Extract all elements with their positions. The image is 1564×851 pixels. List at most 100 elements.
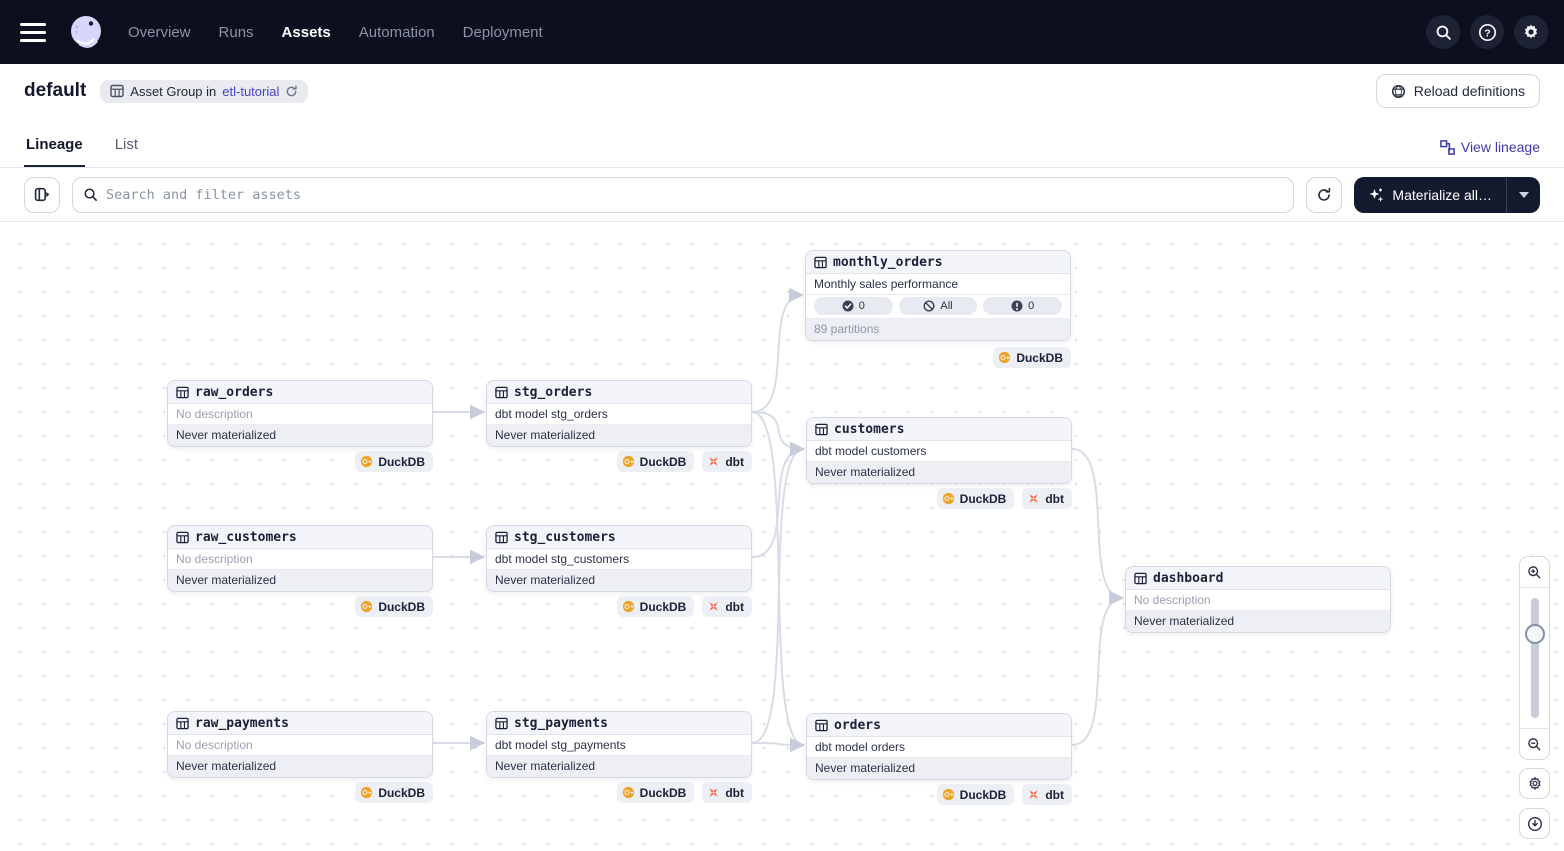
partition-badge-slash[interactable]: All — [899, 297, 978, 315]
asset-node-header: stg_customers — [487, 526, 751, 549]
nav-item-deployment[interactable]: Deployment — [463, 24, 543, 41]
settings-gear-icon[interactable] — [1514, 15, 1548, 49]
tag-duckdb[interactable]: DuckDB — [355, 596, 433, 617]
search-icon[interactable] — [1426, 15, 1460, 49]
asset-tags-raw_orders: DuckDB — [355, 451, 433, 472]
asset-status: Never materialized — [487, 425, 751, 446]
edge-stg_payments-to-orders — [752, 743, 804, 745]
tag-label: DuckDB — [960, 788, 1007, 802]
tag-label: DuckDB — [378, 600, 425, 614]
asset-tags-orders: DuckDB dbt — [937, 784, 1072, 805]
toggle-sidebar-button[interactable] — [24, 177, 60, 213]
tag-duckdb[interactable]: DuckDB — [617, 596, 695, 617]
asset-status: 89 partitions — [806, 319, 1070, 340]
tag-label: DuckDB — [640, 600, 687, 614]
partition-status-badges: 0 All 0 — [806, 295, 1070, 319]
asset-name: monthly_orders — [833, 255, 943, 270]
dbt-icon — [707, 600, 720, 613]
materialize-dropdown-button[interactable] — [1506, 177, 1540, 213]
edge-stg_orders-to-monthly_orders — [752, 295, 803, 412]
table-icon — [176, 717, 189, 730]
tag-duckdb[interactable]: DuckDB — [937, 488, 1015, 509]
hamburger-menu-icon[interactable] — [20, 23, 46, 42]
asset-status: Never materialized — [168, 570, 432, 591]
page-title: default — [24, 80, 86, 102]
table-icon — [110, 84, 124, 98]
asset-tags-customers: DuckDB dbt — [937, 488, 1072, 509]
asset-node-stg_payments[interactable]: stg_paymentsdbt model stg_paymentsNever … — [486, 711, 752, 778]
tag-dbt[interactable]: dbt — [1022, 784, 1072, 805]
tag-duckdb[interactable]: DuckDB — [617, 451, 695, 472]
tag-dbt[interactable]: dbt — [702, 596, 752, 617]
nav-item-automation[interactable]: Automation — [359, 24, 435, 41]
nav-item-runs[interactable]: Runs — [219, 24, 254, 41]
tag-duckdb[interactable]: DuckDB — [937, 784, 1015, 805]
asset-node-monthly_orders[interactable]: monthly_ordersMonthly sales performance0… — [805, 250, 1071, 341]
asset-description: dbt model stg_customers — [487, 549, 751, 570]
tag-label: DuckDB — [640, 786, 687, 800]
reload-definitions-button[interactable]: Reload definitions — [1376, 74, 1540, 108]
tag-duckdb[interactable]: DuckDB — [617, 782, 695, 803]
tab-list[interactable]: List — [113, 136, 140, 167]
asset-tags-raw_customers: DuckDB — [355, 596, 433, 617]
zoom-slider[interactable] — [1520, 587, 1549, 729]
help-icon[interactable]: ? — [1470, 15, 1504, 49]
asset-status: Never materialized — [807, 758, 1071, 779]
asset-description: No description — [168, 549, 432, 570]
edge-stg_payments-to-customers — [752, 449, 804, 743]
chevron-down-icon — [1519, 192, 1529, 198]
check-circle-icon — [842, 300, 854, 312]
asset-node-raw_payments[interactable]: raw_paymentsNo descriptionNever material… — [167, 711, 433, 778]
zoom-slider-handle[interactable] — [1525, 624, 1545, 644]
dagster-logo[interactable] — [68, 14, 104, 50]
asset-node-raw_orders[interactable]: raw_ordersNo descriptionNever materializ… — [167, 380, 433, 447]
tag-label: DuckDB — [1016, 351, 1063, 365]
recenter-icon — [1527, 816, 1543, 832]
tag-label: DuckDB — [640, 455, 687, 469]
tag-dbt[interactable]: dbt — [1022, 488, 1072, 509]
table-icon — [815, 423, 828, 436]
asset-node-customers[interactable]: customersdbt model customersNever materi… — [806, 417, 1072, 484]
asset-node-dashboard[interactable]: dashboardNo descriptionNever materialize… — [1125, 566, 1391, 633]
recenter-button[interactable] — [1519, 808, 1550, 839]
tag-duckdb[interactable]: DuckDB — [355, 451, 433, 472]
sparkle-icon — [1368, 187, 1384, 203]
top-nav: Overview Runs Assets Automation Deployment ? — [0, 0, 1564, 64]
graph-settings-button[interactable] — [1519, 768, 1550, 799]
code-location-link[interactable]: etl-tutorial — [222, 84, 279, 99]
tag-dbt[interactable]: dbt — [702, 782, 752, 803]
refresh-assets-button[interactable] — [1306, 177, 1342, 213]
lineage-graph-canvas[interactable]: monthly_ordersMonthly sales performance0… — [0, 222, 1564, 851]
search-input-icon — [83, 187, 98, 202]
alert-circle-icon — [1011, 300, 1023, 312]
materialize-all-button[interactable]: Materialize all… — [1354, 177, 1506, 213]
partition-badge-check[interactable]: 0 — [814, 297, 893, 315]
asset-name: customers — [834, 422, 904, 437]
asset-node-stg_orders[interactable]: stg_ordersdbt model stg_ordersNever mate… — [486, 380, 752, 447]
zoom-in-button[interactable] — [1520, 557, 1549, 587]
asset-node-stg_customers[interactable]: stg_customersdbt model stg_customersNeve… — [486, 525, 752, 592]
asset-search-input[interactable] — [106, 187, 1283, 203]
duckdb-icon — [942, 788, 955, 801]
tab-lineage[interactable]: Lineage — [24, 136, 85, 167]
tag-dbt[interactable]: dbt — [702, 451, 752, 472]
asset-node-orders[interactable]: ordersdbt model ordersNever materialized — [806, 713, 1072, 780]
asset-status: Never materialized — [168, 425, 432, 446]
nav-item-overview[interactable]: Overview — [128, 24, 191, 41]
asset-group-badge: Asset Group in etl-tutorial — [100, 80, 308, 103]
tag-duckdb[interactable]: DuckDB — [355, 782, 433, 803]
tag-duckdb[interactable]: DuckDB — [993, 347, 1071, 368]
asset-description: dbt model stg_orders — [487, 404, 751, 425]
asset-node-raw_customers[interactable]: raw_customers No descriptionNever materia… — [167, 525, 433, 592]
refresh-icon[interactable] — [285, 85, 298, 98]
partition-badge-alert[interactable]: 0 — [983, 297, 1062, 315]
view-lineage-link[interactable]: View lineage — [1440, 139, 1540, 167]
svg-text:?: ? — [1484, 27, 1490, 39]
duckdb-icon — [942, 492, 955, 505]
nav-item-assets[interactable]: Assets — [282, 24, 331, 41]
asset-name: raw_customers — [195, 530, 297, 545]
zoom-out-button[interactable] — [1520, 729, 1549, 759]
zoom-slider-track[interactable] — [1531, 598, 1539, 718]
asset-status: Never materialized — [807, 462, 1071, 483]
lineage-toolbar: Materialize all… — [0, 168, 1564, 222]
